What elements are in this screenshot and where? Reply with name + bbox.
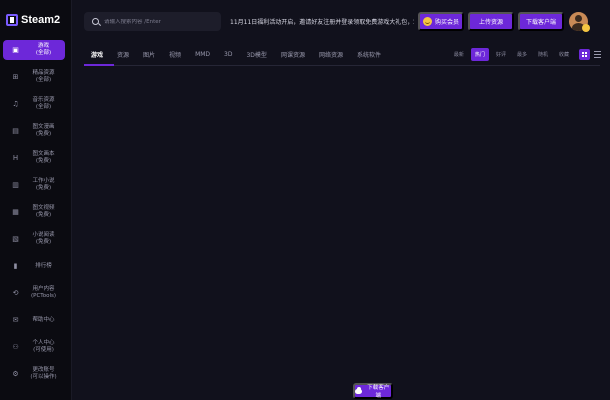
help-icon: ✉	[12, 315, 19, 324]
sidebar-item-label: 更改账号 (可以操作)	[30, 367, 57, 380]
sidebar-item-label: 精品资源 (全部)	[32, 70, 55, 83]
announcement-text[interactable]: 11月11日福利活动开启，邀请好友注册并登录领取免费游戏大礼包，欢迎参加...	[230, 17, 414, 26]
sidebar-item-3[interactable]: ▤ 图文漫画 (免费)	[3, 118, 65, 144]
tab-6[interactable]: 3D模型	[239, 44, 273, 65]
filter-4[interactable]: 随机	[534, 48, 552, 61]
upload-label: 上传资源	[478, 20, 503, 26]
brand-name: Steam2	[21, 14, 61, 26]
sidebar-item-label: 音乐资源 (全部)	[32, 97, 55, 110]
floating-download-button[interactable]: 下载客户端	[353, 383, 393, 399]
filter-3[interactable]: 最多	[513, 48, 531, 61]
search-box[interactable]	[84, 12, 221, 31]
sidebar-item-11[interactable]: ⚇ 个人中心 (可使用)	[3, 334, 65, 360]
sidebar-item-9[interactable]: ⟲ 用户内容 (PCTools)	[3, 280, 65, 306]
filter-2[interactable]: 好评	[492, 48, 510, 61]
document-icon: ▧	[12, 234, 19, 243]
sidebar-item-1[interactable]: ⊞ 精品资源 (全部)	[3, 64, 65, 90]
filter-0[interactable]: 最新	[450, 48, 468, 61]
vip-badge-icon	[582, 24, 590, 32]
sidebar-item-label: 小说阅读 (免费)	[32, 232, 55, 245]
upload-button[interactable]: 上传资源	[468, 12, 514, 31]
tab-0[interactable]: 游戏	[84, 44, 110, 65]
link-icon: ⟲	[12, 288, 19, 297]
search-icon[interactable]	[92, 18, 99, 25]
sort-filters: 最新 热门 好评 最多 随机 收藏	[450, 48, 573, 61]
search-input[interactable]	[104, 18, 214, 25]
category-tabbar: 游戏 资源 图片 视频 MMD 3D 3D模型 网课资源 网络资源 系统软件 最新 热门 好评 最多 随机…	[84, 44, 602, 66]
coin-icon	[422, 17, 432, 26]
logo-icon	[6, 14, 18, 26]
filter-1[interactable]: 热门	[470, 48, 489, 61]
download-client-button[interactable]: 下载客户端	[518, 12, 564, 31]
active-tab-indicator	[84, 64, 114, 66]
sidebar-item-0[interactable]: ▣ 游戏 (全部)	[3, 40, 65, 60]
tab-8[interactable]: 网络资源	[312, 44, 350, 65]
tab-9[interactable]: 系统软件	[350, 44, 388, 65]
filter-5[interactable]: 收藏	[555, 48, 573, 61]
tab-3[interactable]: 视频	[162, 44, 188, 65]
picture-icon: H	[12, 153, 19, 162]
grid-view-icon[interactable]	[579, 49, 590, 60]
music-icon: ♫	[12, 99, 19, 108]
grid-icon: ⊞	[12, 72, 19, 81]
tab-1[interactable]: 资源	[110, 44, 136, 65]
sidebar-item-7[interactable]: ▧ 小说阅读 (免费)	[3, 226, 65, 252]
tab-7[interactable]: 网课资源	[274, 44, 312, 65]
cloud-download-icon	[355, 386, 363, 394]
sidebar-item-label: 用户内容 (PCTools)	[31, 286, 56, 299]
book-icon: ▤	[12, 126, 19, 135]
tab-4[interactable]: MMD	[188, 44, 217, 65]
list-view-icon[interactable]	[593, 49, 602, 60]
buy-membership-button[interactable]: 购买会员	[418, 12, 464, 31]
sidebar-item-label: 图文画本 (免费)	[32, 151, 55, 164]
tab-5[interactable]: 3D	[217, 44, 239, 65]
logo[interactable]: Steam2	[0, 0, 71, 40]
floating-download-label: 下载客户端	[367, 385, 390, 399]
buy-membership-label: 购买会员	[434, 20, 459, 26]
account-icon: ⚙	[12, 369, 19, 378]
top-header: 11月11日福利活动开启，邀请好友注册并登录领取免费游戏大礼包，欢迎参加... …	[72, 0, 610, 40]
sidebar-item-label: 帮助中心	[32, 316, 55, 323]
sidebar-item-label: 图文视频 (免费)	[32, 205, 55, 218]
ranking-icon: ▮	[13, 261, 18, 270]
sidebar-item-label: 图文漫画 (免费)	[32, 124, 55, 137]
sidebar-menu: ▣ 游戏 (全部) ⊞ 精品资源 (全部) ♫ 音乐资源 (全部) ▤ 图文漫画 (免费) H 图…	[0, 40, 71, 387]
sidebar-item-2[interactable]: ♫ 音乐资源 (全部)	[3, 91, 65, 117]
sidebar-item-label: 个人中心 (可使用)	[32, 340, 55, 353]
video-icon: ▦	[12, 207, 19, 216]
sidebar-item-label: 游戏 (全部)	[35, 43, 52, 56]
sidebar-item-4[interactable]: H 图文画本 (免费)	[3, 145, 65, 171]
gamepad-icon: ▣	[12, 45, 19, 54]
sidebar-item-5[interactable]: ▥ 工作小说 (免费)	[3, 172, 65, 198]
novel-icon: ▥	[12, 180, 19, 189]
sidebar-item-10[interactable]: ✉ 帮助中心	[3, 307, 65, 333]
user-icon: ⚇	[12, 342, 19, 351]
sidebar-item-label: 工作小说 (免费)	[32, 178, 55, 191]
sidebar-item-12[interactable]: ⚙ 更改账号 (可以操作)	[3, 361, 65, 387]
sidebar-item-6[interactable]: ▦ 图文视频 (免费)	[3, 199, 65, 225]
sidebar: Steam2 ▣ 游戏 (全部) ⊞ 精品资源 (全部) ♫ 音乐资源 (全部) ▤ 图文漫画…	[0, 0, 72, 400]
sidebar-item-label: 排行榜	[35, 262, 52, 269]
sidebar-item-8[interactable]: ▮ 排行榜	[3, 253, 65, 279]
download-client-label: 下载客户端	[525, 20, 556, 26]
tab-2[interactable]: 图片	[136, 44, 162, 65]
